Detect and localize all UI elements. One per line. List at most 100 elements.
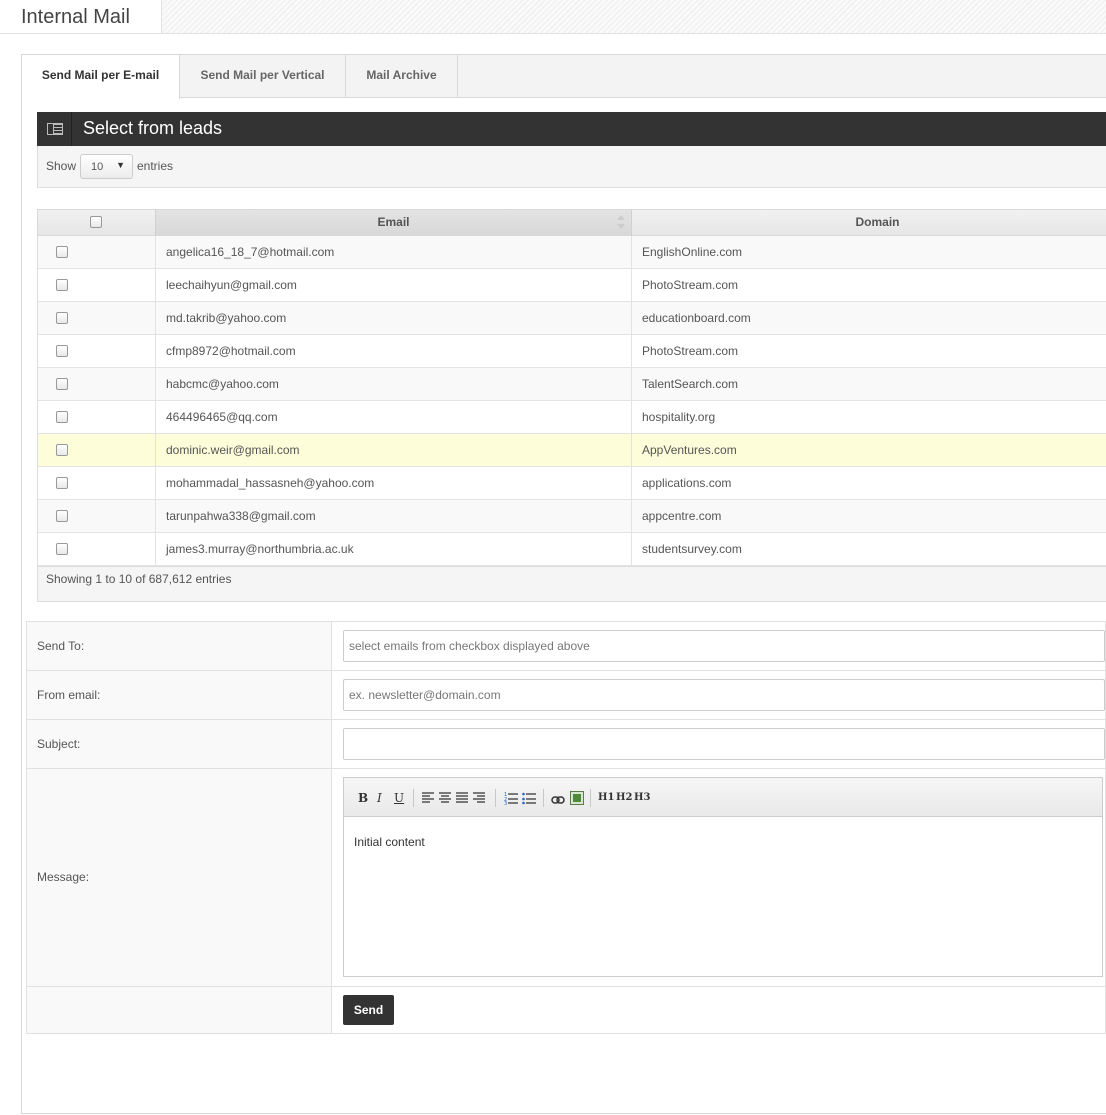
- heading-2-button[interactable]: H2: [616, 790, 632, 806]
- send-row: Send: [27, 987, 1105, 1033]
- email-cell: james3.murray@northumbria.ac.uk: [156, 533, 632, 565]
- send-to-placeholder: select emails from checkbox displayed ab…: [349, 639, 590, 653]
- row-checkbox[interactable]: [56, 279, 68, 291]
- align-right-icon[interactable]: [473, 790, 485, 806]
- align-justify-icon[interactable]: [456, 790, 468, 806]
- editor-content[interactable]: Initial content: [354, 835, 425, 849]
- table-header: Email Domain: [37, 209, 1106, 236]
- row-checkbox[interactable]: [56, 510, 68, 522]
- page-size-select[interactable]: 10 ▼: [80, 154, 133, 179]
- bold-button[interactable]: B: [358, 790, 368, 806]
- align-left-icon[interactable]: [422, 790, 434, 806]
- row-checkbox[interactable]: [56, 345, 68, 357]
- widget-header: Select from leads: [37, 112, 1106, 146]
- link-icon[interactable]: [551, 792, 565, 808]
- table-row[interactable]: james3.murray@northumbria.ac.uk studentsu…: [38, 533, 1106, 566]
- row-checkbox[interactable]: [56, 444, 68, 456]
- ordered-list-icon[interactable]: 123: [504, 790, 518, 806]
- domain-cell: AppVentures.com: [642, 443, 737, 457]
- domain-cell: appcentre.com: [642, 509, 722, 523]
- row-select-cell: [38, 335, 156, 367]
- tab-mail-archive[interactable]: Mail Archive: [346, 55, 458, 98]
- column-header-domain[interactable]: Domain: [632, 210, 1106, 236]
- table-row[interactable]: habcmc@yahoo.com TalentSearch.com: [38, 368, 1106, 401]
- send-to-label-cell: Send To:: [27, 622, 332, 670]
- heading-3-button[interactable]: H3: [634, 790, 650, 806]
- table-footer: Showing 1 to 10 of 687,612 entries: [37, 566, 1106, 602]
- row-checkbox[interactable]: [56, 378, 68, 390]
- domain-cell: PhotoStream.com: [642, 344, 739, 358]
- table-row[interactable]: leechaihyun@gmail.com PhotoStream.com: [38, 269, 1106, 302]
- row-select-cell: [38, 269, 156, 301]
- from-email-row: From email: ex. newsletter@domain.com: [27, 671, 1105, 720]
- table-icon: [47, 123, 63, 135]
- heading-1-button[interactable]: H1: [598, 790, 614, 806]
- editor-toolbar: B I U 123 H1 H2 H3: [344, 778, 1102, 817]
- select-all-checkbox[interactable]: [90, 216, 102, 228]
- row-checkbox[interactable]: [56, 246, 68, 258]
- subject-field[interactable]: [343, 728, 1105, 760]
- table-info: Showing 1 to 10 of 687,612 entries: [46, 572, 232, 586]
- email-cell: 464496465@qq.com: [156, 401, 632, 433]
- table-row[interactable]: angelica16_18_7@hotmail.com EnglishOnline…: [38, 236, 1106, 269]
- table-row[interactable]: dominic.weir@gmail.com AppVentures.com: [38, 434, 1106, 467]
- table-row[interactable]: tarunpahwa338@gmail.com appcentre.com: [38, 500, 1106, 533]
- widget-icon-box: [37, 112, 72, 146]
- table-row[interactable]: mohammadal_hassasneh@yahoo.com applicatio…: [38, 467, 1106, 500]
- tab-send-mail-per-email[interactable]: Send Mail per E-mail: [22, 55, 180, 99]
- page-header: Internal Mail: [0, 0, 1106, 34]
- subject-label-cell: Subject:: [27, 720, 332, 768]
- row-checkbox[interactable]: [56, 543, 68, 555]
- row-checkbox[interactable]: [56, 477, 68, 489]
- row-checkbox[interactable]: [56, 312, 68, 324]
- align-center-icon[interactable]: [439, 790, 451, 806]
- domain-cell: EnglishOnline.com: [642, 245, 743, 259]
- message-editor[interactable]: B I U 123 H1 H2 H3 Initial content: [343, 777, 1103, 977]
- email-cell: habcmc@yahoo.com: [156, 368, 632, 400]
- email-cell: md.takrib@yahoo.com: [156, 302, 632, 334]
- mail-form: Send To: select emails from checkbox dis…: [26, 621, 1106, 1034]
- from-email-field[interactable]: ex. newsletter@domain.com: [343, 679, 1105, 711]
- send-label-cell: [27, 987, 332, 1033]
- chevron-down-icon: ▼: [116, 160, 125, 170]
- table-toolbar: Show 10 ▼ entries: [37, 146, 1106, 188]
- message-label: Message:: [37, 870, 90, 884]
- page-title: Internal Mail: [21, 6, 130, 28]
- table-row[interactable]: 464496465@qq.com hospitality.org: [38, 401, 1106, 434]
- domain-cell: studentsurvey.com: [642, 542, 742, 556]
- send-button[interactable]: Send: [343, 995, 394, 1025]
- row-select-cell: [38, 467, 156, 499]
- column-header-email[interactable]: Email: [156, 210, 632, 236]
- tab-send-mail-per-vertical[interactable]: Send Mail per Vertical: [180, 55, 346, 98]
- row-select-cell: [38, 500, 156, 532]
- message-label-cell: Message:: [27, 769, 332, 986]
- svg-text:3: 3: [504, 801, 507, 806]
- send-to-field[interactable]: select emails from checkbox displayed ab…: [343, 630, 1105, 662]
- column-label-email: Email: [377, 215, 410, 229]
- row-select-cell: [38, 236, 156, 268]
- table-row[interactable]: md.takrib@yahoo.com educationboard.com: [38, 302, 1106, 335]
- toolbar-separator: [543, 789, 544, 807]
- domain-cell: PhotoStream.com: [642, 278, 739, 292]
- from-email-label: From email:: [37, 688, 101, 702]
- row-checkbox[interactable]: [56, 411, 68, 423]
- toolbar-separator: [495, 789, 496, 807]
- table-row[interactable]: cfmp8972@hotmail.com PhotoStream.com: [38, 335, 1106, 368]
- header-background: [162, 0, 1106, 34]
- toolbar-separator: [413, 789, 414, 807]
- page-title-tab: Internal Mail: [0, 0, 162, 34]
- row-select-cell: [38, 302, 156, 334]
- message-row: Message: B I U 123 H1 H2 H3 Initial cont…: [27, 769, 1105, 987]
- italic-button[interactable]: I: [377, 790, 382, 806]
- send-to-label: Send To:: [37, 639, 85, 653]
- underline-button[interactable]: U: [394, 790, 404, 806]
- row-select-cell: [38, 401, 156, 433]
- from-email-label-cell: From email:: [27, 671, 332, 719]
- subject-label: Subject:: [37, 737, 81, 751]
- image-icon[interactable]: [570, 790, 584, 806]
- domain-cell: educationboard.com: [642, 311, 751, 325]
- row-select-cell: [38, 368, 156, 400]
- widget-title: Select from leads: [83, 118, 223, 138]
- column-label-domain: Domain: [855, 215, 900, 229]
- unordered-list-icon[interactable]: [522, 790, 536, 806]
